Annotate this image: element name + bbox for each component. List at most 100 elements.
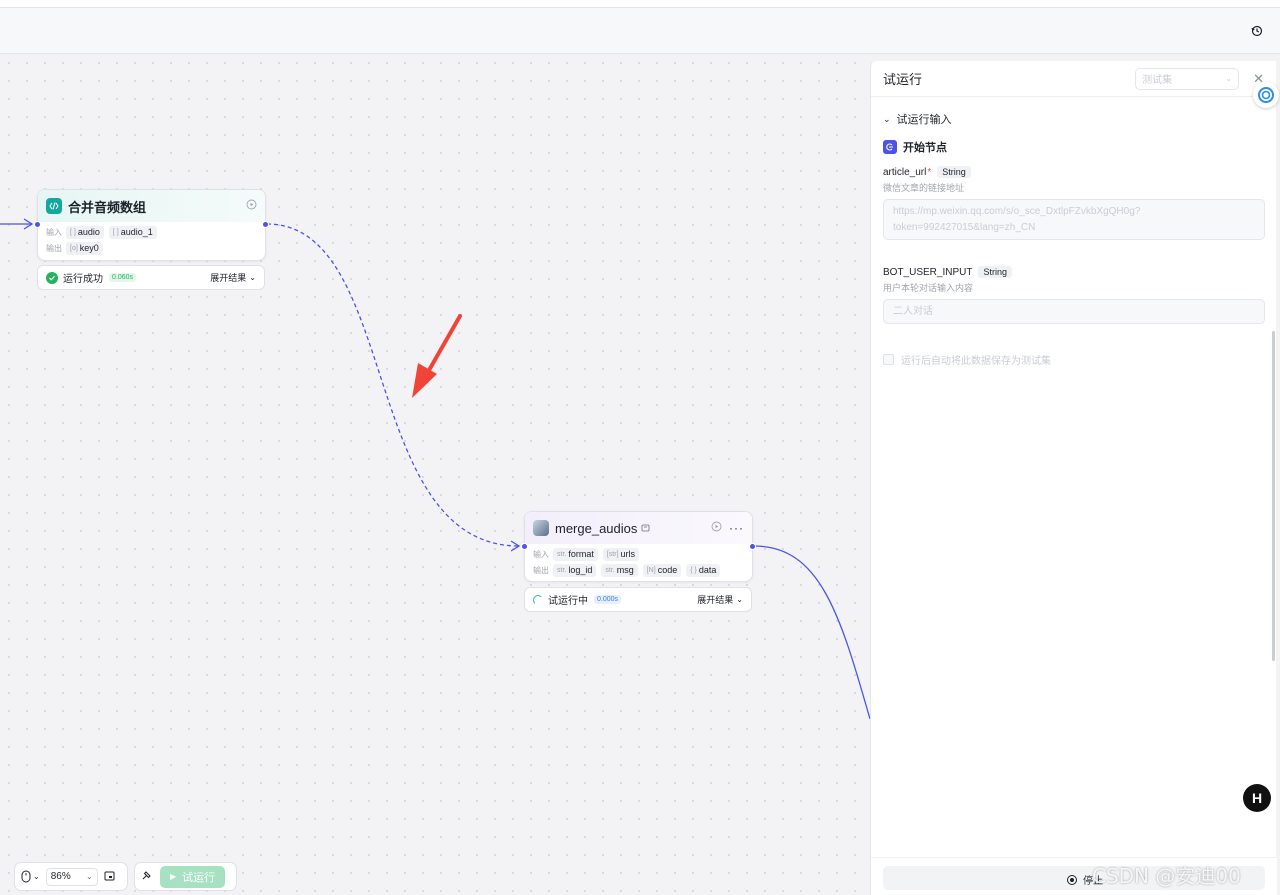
field-name: BOT_USER_INPUT <box>883 266 973 278</box>
output-port[interactable] <box>749 543 756 550</box>
edge-dashed <box>266 223 520 547</box>
test-run-button[interactable]: ▶ 试运行 <box>160 865 226 888</box>
input-section: ⌄ 试运行输入 开始节点 article_url * String 微信文章的链… <box>871 111 1276 367</box>
zoom-select[interactable]: 86% ⌄ <box>45 867 98 886</box>
test-run-label: 试运行 <box>182 871 216 884</box>
start-node-header: 开始节点 <box>883 139 1264 155</box>
input-value-line: token=992427015&lang=zh_CN <box>893 222 1036 233</box>
bot-user-input-field[interactable]: 二人对话 <box>883 299 1265 324</box>
workflow-canvas[interactable]: 合并音频数组 输入 [ ] audio [ ] audio_1 输出 [o] key0… <box>0 54 870 895</box>
watermark: CSDN @安迪00 <box>1092 864 1241 888</box>
plugin-icon <box>533 520 549 536</box>
required-mark: * <box>927 166 932 178</box>
output-tag: [o] key0 <box>66 241 103 255</box>
panel-scrollbar[interactable] <box>1272 331 1275 661</box>
node-merge-audios[interactable]: merge_audios ··· 输入 str. format [str] urls… <box>521 511 756 582</box>
run-node-icon[interactable] <box>711 521 722 535</box>
field-label: BOT_USER_INPUT String <box>883 266 1264 278</box>
start-node-title: 开始节点 <box>903 142 947 154</box>
checkbox[interactable] <box>883 354 894 365</box>
chevron-down-icon: ⌄ <box>249 273 256 282</box>
more-icon[interactable]: ··· <box>729 521 744 535</box>
shop-icon <box>641 521 650 535</box>
expand-result-button[interactable]: 展开结果 ⌄ <box>210 271 256 284</box>
history-icon[interactable] <box>1248 22 1266 40</box>
output-port[interactable] <box>262 221 269 228</box>
save-testset-option[interactable]: 运行后自动将此数据保存为测试集 <box>883 352 1264 367</box>
input-port[interactable] <box>521 543 528 550</box>
status-time: 0.060s <box>109 273 137 282</box>
edges-layer <box>0 218 870 720</box>
checkbox-label: 运行后自动将此数据保存为测试集 <box>901 356 1051 367</box>
workflow-header <box>0 8 1280 54</box>
expand-result-button[interactable]: 展开结果 ⌄ <box>697 593 743 606</box>
node-header[interactable]: 合并音频数组 <box>38 190 265 222</box>
code-icon <box>46 198 62 214</box>
node-inputs-row: 输入 [ ] audio [ ] audio_1 <box>38 224 265 240</box>
inputs-label: 输入 <box>46 227 62 237</box>
chevron-down-icon: ⌄ <box>883 113 891 124</box>
type-tag: String <box>937 166 971 178</box>
zoom-value: 86% <box>50 871 71 882</box>
status-time: 0.000s <box>594 595 622 604</box>
field-label: article_url * String <box>883 166 1264 178</box>
minimap-icon[interactable] <box>104 870 115 884</box>
field-description: 用户本轮对话输入内容 <box>883 283 974 293</box>
test-run-panel: 试运行 测试集 ⌄ ✕ ⌄ 试运行输入 开始节点 article_url * S… <box>870 61 1277 895</box>
outputs-label: 输出 <box>533 565 549 575</box>
top-strip <box>0 0 1280 8</box>
input-value-line: https://mp.weixin.qq.com/s/o_sce_DxtlpFZ… <box>893 206 1141 217</box>
output-tag: [N] code <box>642 563 682 577</box>
node-run-status: 试运行中 0.000s 展开结果 ⌄ <box>524 587 752 612</box>
type-tag: String <box>978 266 1012 278</box>
section-title: 试运行输入 <box>896 114 952 126</box>
canvas-controls: ⌄ 86% ⌄ <box>14 862 128 891</box>
panel-header: 试运行 测试集 ⌄ ✕ <box>871 61 1276 97</box>
output-tag: str. log_id <box>553 563 597 577</box>
input-value: 二人对话 <box>893 306 933 317</box>
run-controls: ▶ 试运行 <box>134 862 237 891</box>
testset-select[interactable]: 测试集 ⌄ <box>1135 67 1240 90</box>
node-outputs-row: 输出 [o] key0 <box>38 240 265 256</box>
chevron-down-icon: ⌄ <box>736 595 743 604</box>
edge-outgoing <box>753 545 870 720</box>
loading-icon <box>533 594 543 605</box>
input-tag: str. format <box>553 547 598 561</box>
node-title: merge_audios <box>555 520 638 536</box>
field-bot-user-input: BOT_USER_INPUT String 用户本轮对话输入内容 二人对话 <box>883 266 1265 324</box>
input-tag: [ ] audio <box>66 225 104 239</box>
input-tag: [ ] audio_1 <box>108 225 157 239</box>
help-avatar-icon[interactable]: H <box>1243 784 1271 812</box>
panel-title: 试运行 <box>883 72 923 87</box>
run-node-icon[interactable] <box>246 199 257 213</box>
debug-icon[interactable] <box>141 870 152 884</box>
output-tag: str. msg <box>601 563 638 577</box>
success-icon <box>46 271 58 284</box>
article-url-input[interactable]: https://mp.weixin.qq.com/s/o_sce_DxtlpFZ… <box>883 199 1265 240</box>
section-toggle[interactable]: ⌄ 试运行输入 <box>883 111 1264 127</box>
start-node-icon <box>883 140 897 154</box>
chevron-down-icon: ⌄ <box>33 872 40 881</box>
node-merge-audio-array[interactable]: 合并音频数组 输入 [ ] audio [ ] audio_1 输出 [o] key0 <box>34 189 269 261</box>
chevron-down-icon: ⌄ <box>1225 74 1233 83</box>
input-port[interactable] <box>34 221 41 228</box>
field-article-url: article_url * String 微信文章的链接地址 https://m… <box>883 166 1265 240</box>
field-description: 微信文章的链接地址 <box>883 183 965 193</box>
inputs-label: 输入 <box>533 549 549 559</box>
field-name: article_url <box>883 166 927 178</box>
input-tag: [str] urls <box>602 547 640 561</box>
assistant-logo-icon[interactable] <box>1253 82 1279 108</box>
node-outputs-row: 输出 str. log_id str. msg [N] code { } data <box>525 562 752 578</box>
node-inputs-row: 输入 str. format [str] urls <box>525 546 752 562</box>
node-header[interactable]: merge_audios ··· <box>525 512 752 544</box>
chevron-down-icon: ⌄ <box>86 872 93 881</box>
red-arrow <box>412 314 462 398</box>
outputs-label: 输出 <box>46 243 62 253</box>
status-text: 试运行中 <box>548 596 588 607</box>
status-text: 运行成功 <box>63 274 103 285</box>
play-icon: ▶ <box>170 872 177 881</box>
testset-placeholder: 测试集 <box>1142 75 1173 86</box>
mouse-mode-icon[interactable]: ⌄ <box>21 870 40 883</box>
node-run-status: 运行成功 0.060s 展开结果 ⌄ <box>37 265 265 290</box>
node-title: 合并音频数组 <box>68 199 147 215</box>
